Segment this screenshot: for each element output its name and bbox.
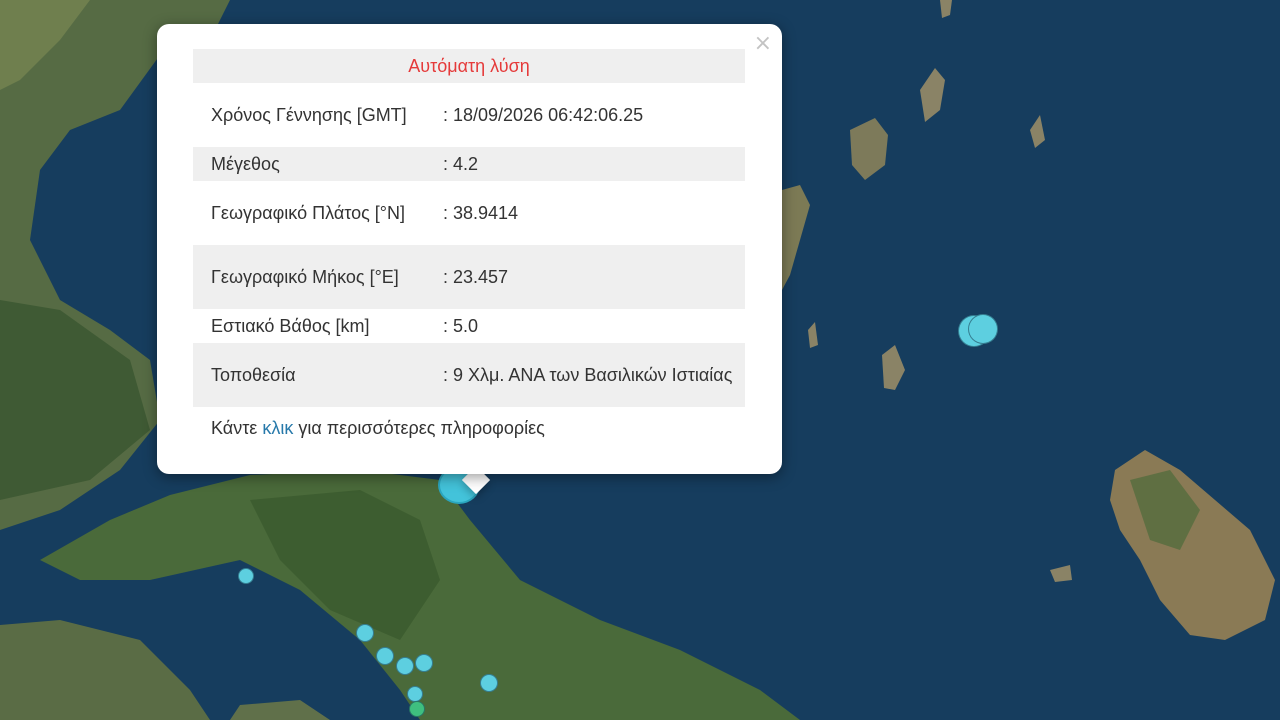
info-row-location: Τοποθεσία : 9 Χλμ. ΑΝΑ των Βασιλικών Ιστ… [193, 343, 745, 407]
info-value: : 9 Χλμ. ΑΝΑ των Βασιλικών Ιστιαίας [425, 343, 745, 407]
info-row-latitude: Γεωγραφικό Πλάτος [°N] : 38.9414 [193, 181, 745, 245]
info-value: : 18/09/2026 06:42:06.25 [443, 105, 644, 125]
info-value: : 5.0 [443, 316, 479, 336]
popup-title-row: Αυτόματη λύση [193, 49, 745, 83]
close-icon[interactable]: × [754, 32, 772, 56]
info-label: Εστιακό Βάθος [km] [211, 316, 370, 336]
more-info-link[interactable]: κλικ [262, 418, 293, 438]
info-label: Τοποθεσία [193, 343, 425, 407]
earthquake-marker[interactable] [356, 624, 374, 642]
info-label: Γεωγραφικό Μήκος [°E] [193, 245, 425, 309]
earthquake-marker[interactable] [480, 674, 498, 692]
info-value: : 38.9414 [443, 203, 519, 223]
popup-title: Αυτόματη λύση [193, 49, 745, 83]
earthquake-marker[interactable] [407, 686, 423, 702]
earthquake-info-table: Αυτόματη λύση Χρόνος Γέννησης [GMT] : 18… [193, 49, 745, 407]
info-value: : 23.457 [425, 245, 745, 309]
info-row-magnitude: Μέγεθος : 4.2 [193, 147, 745, 181]
more-info-suffix: για περισσότερες πληροφορίες [293, 418, 545, 438]
earthquake-marker[interactable] [396, 657, 414, 675]
earthquake-marker[interactable] [968, 314, 998, 344]
earthquake-info-popup: × Αυτόματη λύση Χρόνος Γέννησης [GMT] : … [157, 24, 782, 474]
earthquake-marker[interactable] [376, 647, 394, 665]
earthquake-marker-recent[interactable] [409, 701, 425, 717]
more-info-prefix: Κάντε [211, 418, 263, 438]
info-value: : 4.2 [425, 147, 745, 181]
info-label: Μέγεθος [193, 147, 425, 181]
info-label: Χρόνος Γέννησης [GMT] [211, 105, 407, 125]
info-label: Γεωγραφικό Πλάτος [°N] [211, 203, 405, 223]
more-info-line: Κάντε κλικ για περισσότερες πληροφορίες [211, 418, 545, 439]
info-row-depth: Εστιακό Βάθος [km] : 5.0 [193, 309, 745, 343]
info-row-time: Χρόνος Γέννησης [GMT] : 18/09/2026 06:42… [193, 83, 745, 147]
earthquake-marker[interactable] [238, 568, 254, 584]
earthquake-marker[interactable] [415, 654, 433, 672]
info-row-longitude: Γεωγραφικό Μήκος [°E] : 23.457 [193, 245, 745, 309]
